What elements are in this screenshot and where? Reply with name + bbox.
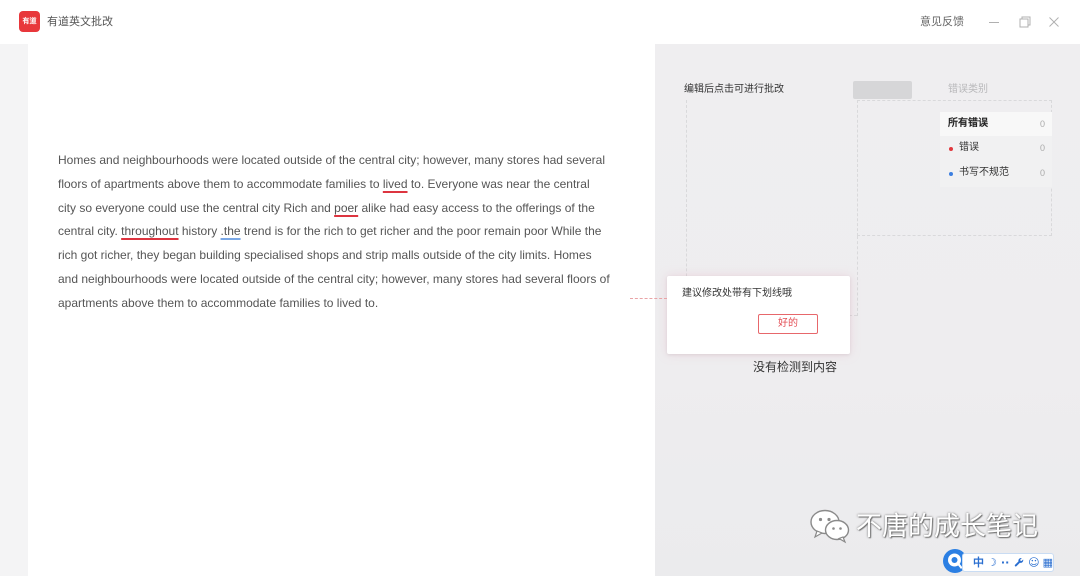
feedback-link[interactable]: 意见反馈 <box>920 15 964 29</box>
essay-editor[interactable]: Homes and neighbourhoods were located ou… <box>58 149 610 316</box>
essay-line[interactable]: city so everyone could use the central c… <box>58 197 610 221</box>
underlined-suggestion[interactable]: throughout <box>121 224 178 238</box>
category-title: 错误类别 <box>948 84 988 95</box>
essay-text: and neighbourhoods were located outside … <box>58 271 610 286</box>
edit-hint: 编辑后点击可进行批改 <box>684 84 784 95</box>
watermark-text: 不唐的成长笔记 <box>856 512 1039 542</box>
essay-line[interactable]: apartments above them to accommodate fam… <box>58 292 610 316</box>
app-title: 有道英文批改 <box>47 16 113 28</box>
essay-line[interactable]: floors of apartments above them to accom… <box>58 173 610 197</box>
restore-icon[interactable] <box>1014 12 1034 32</box>
title-bar: 有道 有道英文批改 意见反馈 <box>0 0 1080 44</box>
moon-icon[interactable] <box>987 556 997 570</box>
category-writing-style[interactable]: 书写不规范 0 <box>940 161 1052 186</box>
minimize-icon[interactable] <box>984 12 1004 32</box>
category-count: 0 <box>1039 143 1045 153</box>
guide-tooltip: 建议修改处带有下划线哦 好的 <box>667 276 850 354</box>
essay-panel: Homes and neighbourhoods were located ou… <box>28 44 655 576</box>
essay-line[interactable]: rich got richer, they began building spe… <box>58 244 610 268</box>
essay-text: Homes and neighbourhoods were located ou… <box>58 153 605 167</box>
app-logo: 有道 <box>19 11 40 32</box>
empty-state-text: 没有检测到内容 <box>753 360 838 374</box>
underlined-suggestion[interactable]: .the <box>221 224 241 238</box>
grid-icon[interactable] <box>1043 556 1053 570</box>
guide-connector <box>630 298 667 299</box>
category-label: 错误 <box>959 142 979 153</box>
essay-text: history <box>178 224 221 239</box>
category-errors[interactable]: 错误 0 <box>940 136 1052 161</box>
close-icon[interactable] <box>1044 12 1064 32</box>
ime-toolbar: 中 <box>962 553 1054 572</box>
essay-text: floors of apartments above them to accom… <box>58 176 383 191</box>
essay-line[interactable]: central city. throughout history .the tr… <box>58 220 610 244</box>
essay-text: central city. <box>58 224 122 239</box>
correct-button[interactable] <box>853 81 912 99</box>
essay-text: to. Everyone was near the central <box>407 176 590 191</box>
ime-language-mode[interactable]: 中 <box>973 556 984 570</box>
essay-text: trend is for the rich to get richer and … <box>240 224 602 239</box>
category-count: 0 <box>1039 168 1045 178</box>
essay-text: apartments above them to accommodate fam… <box>58 295 379 310</box>
guide-outline <box>857 236 858 316</box>
wechat-icon <box>808 506 852 546</box>
wrench-icon[interactable] <box>1013 556 1025 570</box>
category-label: 书写不规范 <box>959 167 1009 178</box>
category-label: 所有错误 <box>948 118 988 129</box>
essay-line[interactable]: Homes and neighbourhoods were located ou… <box>58 149 610 173</box>
guide-message: 建议修改处带有下划线哦 <box>682 288 792 299</box>
guide-ok-button[interactable]: 好的 <box>758 314 818 334</box>
essay-text: city so everyone could use the central c… <box>58 200 335 215</box>
underlined-suggestion[interactable]: lived <box>383 177 408 191</box>
essay-text: alike had easy access to the offerings o… <box>358 200 595 215</box>
category-count: 0 <box>1039 119 1045 129</box>
category-dot <box>949 147 953 151</box>
category-dot <box>949 172 953 176</box>
smiley-icon[interactable] <box>1028 556 1039 570</box>
punctuation-icon[interactable] <box>1000 556 1010 570</box>
category-list: 所有错误 0 错误 0 书写不规范 0 <box>940 112 1052 187</box>
underlined-suggestion[interactable]: poer <box>334 201 358 215</box>
essay-line[interactable]: and neighbourhoods were located outside … <box>58 268 610 292</box>
category-all-errors[interactable]: 所有错误 0 <box>940 112 1052 136</box>
correction-panel: 编辑后点击可进行批改 错误类别 所有错误 0 错误 0 书写不规范 0 建议修改… <box>655 44 1080 576</box>
essay-text: rich got richer, they began building spe… <box>58 248 592 263</box>
